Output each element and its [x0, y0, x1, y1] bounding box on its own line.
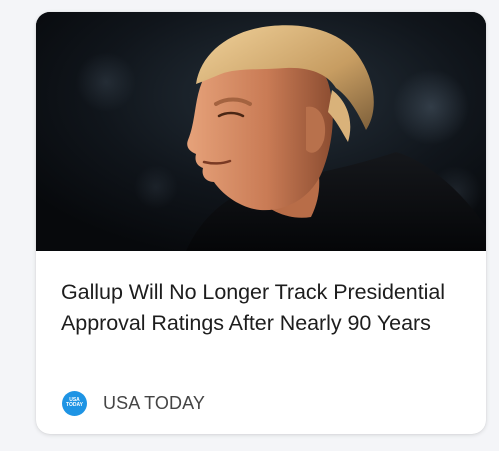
- news-card[interactable]: Gallup Will No Longer Track Presidential…: [36, 12, 486, 434]
- usa-today-logo-icon: USA TODAY: [62, 390, 87, 416]
- news-card-image[interactable]: [36, 12, 486, 251]
- news-headline[interactable]: Gallup Will No Longer Track Presidential…: [61, 277, 461, 338]
- news-source[interactable]: USA TODAY USA TODAY: [62, 390, 205, 416]
- source-name: USA TODAY: [103, 392, 205, 413]
